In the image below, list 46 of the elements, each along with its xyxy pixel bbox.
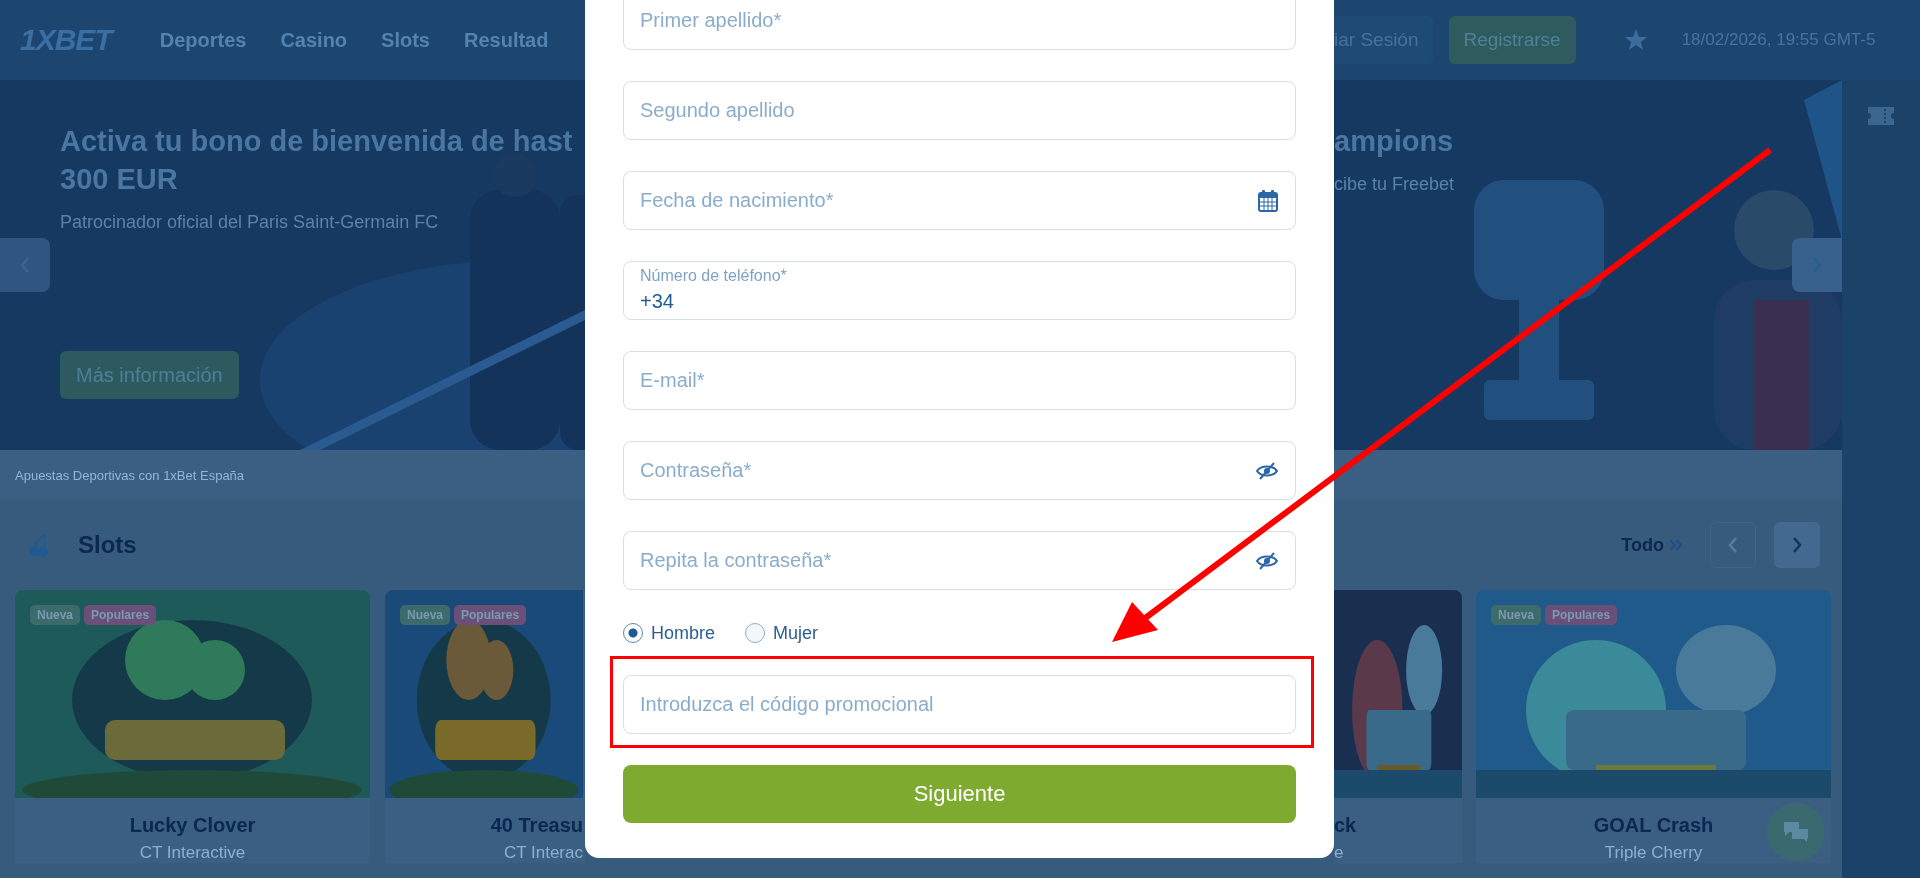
- game-provider: CT Interactive: [139, 843, 246, 863]
- next-button[interactable]: Siguiente: [623, 765, 1296, 823]
- eye-slash-icon[interactable]: [1256, 461, 1278, 480]
- banner-title: 300 EUR: [60, 162, 178, 197]
- nav-link[interactable]: Casino: [280, 28, 348, 52]
- input-field[interactable]: E-mail*: [623, 351, 1296, 410]
- previous-slide-button[interactable]: [0, 238, 50, 292]
- banner-title: Activa tu bono de bienvenida de hast: [60, 124, 573, 159]
- tag: Populares: [454, 605, 527, 625]
- nav-link[interactable]: Deportes: [159, 28, 247, 52]
- promo-code-field[interactable]: Introduzca el código promocional: [623, 675, 1296, 734]
- register-button[interactable]: Registrarse: [1448, 16, 1576, 64]
- double-chevron-icon: [1668, 537, 1684, 553]
- tag: Nueva: [400, 605, 451, 625]
- next-button[interactable]: [1774, 522, 1820, 568]
- game-provider: e: [1334, 843, 1344, 863]
- next-slide-button[interactable]: [1792, 238, 1842, 292]
- field-label: Número de teléfono*: [640, 267, 787, 285]
- star-icon[interactable]: [1623, 28, 1648, 52]
- nav-link[interactable]: Resultad: [464, 28, 549, 52]
- banner-subtitle: Patrocinador oficial del Paris Saint-Germain FC: [60, 212, 439, 233]
- eye-slash-icon[interactable]: [1256, 551, 1278, 570]
- game-provider: CT Interac: [503, 843, 583, 863]
- breadcrumb[interactable]: Apuestas Deportivas con 1xBet España: [15, 467, 245, 483]
- date-field[interactable]: Fecha de nacimiento*: [623, 171, 1296, 230]
- tag: Nueva: [30, 605, 81, 625]
- banner-title: ampions: [1334, 124, 1454, 159]
- radio-option[interactable]: Hombre: [623, 622, 716, 644]
- more-info-button[interactable]: Más información: [60, 351, 239, 399]
- password-field[interactable]: Contraseña*: [623, 441, 1296, 500]
- input-field[interactable]: Segundo apellido: [623, 81, 1296, 140]
- tag: Nueva: [1491, 605, 1542, 625]
- cherry-icon: [28, 533, 50, 557]
- nav-link[interactable]: Slots: [381, 28, 430, 52]
- password-field[interactable]: Repita la contraseña*: [623, 531, 1296, 590]
- tag: Populares: [1545, 605, 1618, 625]
- calendar-icon[interactable]: [1258, 189, 1278, 212]
- chevron-right-icon: [1791, 536, 1803, 554]
- chat-icon: [1783, 821, 1809, 843]
- game-provider: Triple Cherry: [1604, 843, 1703, 863]
- ticket-icon[interactable]: [1868, 107, 1894, 125]
- chevron-left-icon: [1727, 536, 1739, 554]
- banner-subtitle: cibe tu Freebet: [1334, 174, 1455, 195]
- tag: Populares: [84, 605, 157, 625]
- radio-option[interactable]: Mujer: [745, 622, 819, 644]
- input-field[interactable]: Primer apellido*: [623, 0, 1296, 50]
